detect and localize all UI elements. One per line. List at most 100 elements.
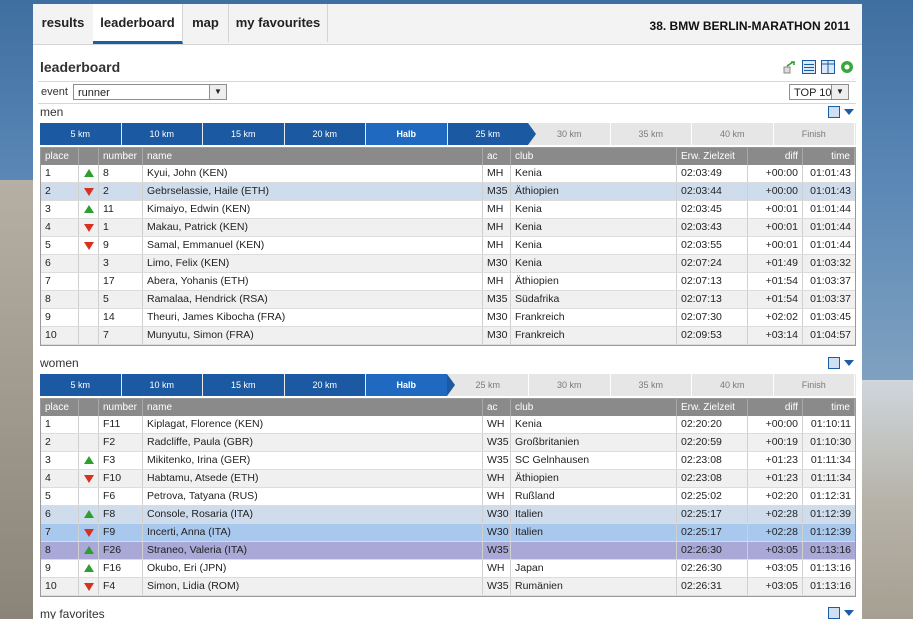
table-row[interactable]: 6 F8 Console, Rosaria (ITA) W30 Italien 02:25… (41, 506, 855, 524)
men-split-20-km[interactable]: 20 km (284, 123, 366, 145)
place-cell: 6 (41, 255, 79, 272)
women-split-20-km[interactable]: 20 km (284, 374, 366, 396)
women-split-selector: 5 km 10 km 15 km 20 km Halb 25 km 30 km 35 km 40… (40, 374, 856, 396)
diff-cell: +00:00 (748, 416, 803, 433)
add-to-favorites-icon[interactable] (828, 357, 840, 370)
table-row[interactable]: 8 F26 Straneo, Valeria (ITA) W35 02:26:30 +03… (41, 542, 855, 560)
name-cell: Makau, Patrick (KEN) (143, 219, 483, 236)
trend-up-icon (83, 564, 94, 572)
place-cell: 7 (41, 273, 79, 290)
women-split-5-km[interactable]: 5 km (40, 374, 122, 396)
table-row[interactable]: 1 F11 Kiplagat, Florence (KEN) WH Kenia 02:20… (41, 416, 855, 434)
erw-cell: 02:03:44 (677, 183, 748, 200)
top-n-select[interactable]: TOP 10 ▼ (789, 84, 849, 100)
ac-cell: W35 (483, 578, 511, 595)
table-row[interactable]: 5 F6 Petrova, Tatyana (RUS) WH Rußland 02:25:… (41, 488, 855, 506)
table-row[interactable]: 4 1 Makau, Patrick (KEN) MH Kenia 02:03:43 +00… (41, 219, 855, 237)
club-cell: Äthiopien (511, 273, 677, 290)
column-header-ac[interactable]: ac (483, 399, 511, 416)
table-row[interactable]: 10 F4 Simon, Lidia (ROM) W35 Rumänien 02:26:3… (41, 578, 855, 596)
men-split-halb[interactable]: Halb (366, 123, 448, 145)
column-header-name[interactable]: name (143, 399, 483, 416)
column-header-ac[interactable]: ac (483, 148, 511, 165)
table-row[interactable]: 7 17 Abera, Yohanis (ETH) MH Äthiopien 02:07:… (41, 273, 855, 291)
women-split-40-km[interactable]: 40 km (692, 374, 774, 396)
column-header-time[interactable]: time (803, 148, 855, 165)
table-row[interactable]: 1 8 Kyui, John (KEN) MH Kenia 02:03:49 +00:00 0… (41, 165, 855, 183)
club-cell: Kenia (511, 237, 677, 254)
event-select[interactable]: runner ▼ (73, 84, 227, 100)
column-view-icon[interactable] (820, 60, 835, 74)
club-cell: Rußland (511, 488, 677, 505)
women-split-25-km[interactable]: 25 km (447, 374, 529, 396)
table-row[interactable]: 10 7 Munyutu, Simon (FRA) M30 Frankreich 02:0… (41, 327, 855, 345)
expand-arrow-icon[interactable] (844, 360, 854, 367)
trend-cell (79, 327, 99, 344)
trend-cell (79, 183, 99, 200)
list-view-icon[interactable] (801, 60, 816, 74)
men-split-35-km[interactable]: 35 km (610, 123, 692, 145)
column-header-erw[interactable]: Erw. Zielzeit (677, 148, 748, 165)
women-split-35-km[interactable]: 35 km (610, 374, 692, 396)
column-header-diff[interactable]: diff (748, 148, 803, 165)
compare-icon[interactable] (783, 60, 797, 74)
column-header-place[interactable]: place (41, 148, 79, 165)
women-split-finish[interactable]: Finish (773, 374, 855, 396)
expand-arrow-icon[interactable] (844, 610, 854, 617)
table-row[interactable]: 2 2 Gebrselassie, Haile (ETH) M35 Äthiopien 0… (41, 183, 855, 201)
table-row[interactable]: 6 3 Limo, Felix (KEN) M30 Kenia 02:07:24 +01:4… (41, 255, 855, 273)
diff-cell: +02:28 (748, 506, 803, 523)
trend-cell (79, 542, 99, 559)
trend-cell (79, 309, 99, 326)
women-split-30-km[interactable]: 30 km (529, 374, 611, 396)
men-split-40-km[interactable]: 40 km (692, 123, 774, 145)
table-row[interactable]: 8 5 Ramalaa, Hendrick (RSA) M35 Südafrika 02:… (41, 291, 855, 309)
column-header-number[interactable]: number (99, 399, 143, 416)
women-split-halb[interactable]: Halb (366, 374, 454, 396)
column-header-diff[interactable]: diff (748, 399, 803, 416)
time-cell: 01:03:45 (810, 311, 851, 323)
table-row[interactable]: 3 11 Kimaiyo, Edwin (KEN) MH Kenia 02:03:45 +0… (41, 201, 855, 219)
column-header-place[interactable]: place (41, 399, 79, 416)
club-cell: Italien (511, 506, 677, 523)
column-header-erw[interactable]: Erw. Zielzeit (677, 399, 748, 416)
men-split-10-km[interactable]: 10 km (121, 123, 203, 145)
add-to-favorites-icon[interactable] (828, 106, 840, 119)
women-split-15-km[interactable]: 15 km (203, 374, 285, 396)
top-n-select-value: TOP 10 (794, 87, 832, 99)
erw-cell: 02:25:17 (677, 506, 748, 523)
column-header-name[interactable]: name (143, 148, 483, 165)
tab-results[interactable]: results (33, 4, 94, 42)
tab-map[interactable]: map (183, 4, 229, 42)
men-split-25-km[interactable]: 25 km (447, 123, 536, 145)
table-row[interactable]: 7 F9 Incerti, Anna (ITA) W30 Italien 02:25:17… (41, 524, 855, 542)
ac-cell: W30 (483, 506, 511, 523)
column-header-number[interactable]: number (99, 148, 143, 165)
number-cell: F6 (99, 488, 143, 505)
table-row[interactable]: 9 14 Theuri, James Kibocha (FRA) M30 Frankre… (41, 309, 855, 327)
column-header-club[interactable]: club (511, 148, 677, 165)
table-row[interactable]: 4 F10 Habtamu, Atsede (ETH) WH Äthiopien 02:2… (41, 470, 855, 488)
settings-gear-icon[interactable] (840, 60, 854, 74)
erw-cell: 02:26:30 (677, 560, 748, 577)
expand-arrow-icon[interactable] (844, 109, 854, 116)
men-split-15-km[interactable]: 15 km (203, 123, 285, 145)
column-header-time[interactable]: time (803, 399, 855, 416)
table-row[interactable]: 5 9 Samal, Emmanuel (KEN) MH Kenia 02:03:55 +0… (41, 237, 855, 255)
men-split-30-km[interactable]: 30 km (529, 123, 611, 145)
club-cell: Japan (511, 560, 677, 577)
table-row[interactable]: 9 F16 Okubo, Eri (JPN) WH Japan 02:26:30 +03:0… (41, 560, 855, 578)
number-cell: 14 (99, 309, 143, 326)
name-cell: Limo, Felix (KEN) (143, 255, 483, 272)
table-row[interactable]: 3 F3 Mikitenko, Irina (GER) W35 SC Gelnhause… (41, 452, 855, 470)
men-split-finish[interactable]: Finish (773, 123, 855, 145)
women-split-10-km[interactable]: 10 km (121, 374, 203, 396)
men-split-5-km[interactable]: 5 km (40, 123, 122, 145)
tab-my-favourites[interactable]: my favourites (229, 4, 328, 42)
add-to-favorites-icon[interactable] (828, 607, 840, 619)
number-cell: F11 (99, 416, 143, 433)
table-row[interactable]: 2 F2 Radcliffe, Paula (GBR) W35 Großbritanie… (41, 434, 855, 452)
tab-leaderboard[interactable]: leaderboard (93, 4, 183, 44)
trend-cell (79, 237, 99, 254)
column-header-club[interactable]: club (511, 399, 677, 416)
